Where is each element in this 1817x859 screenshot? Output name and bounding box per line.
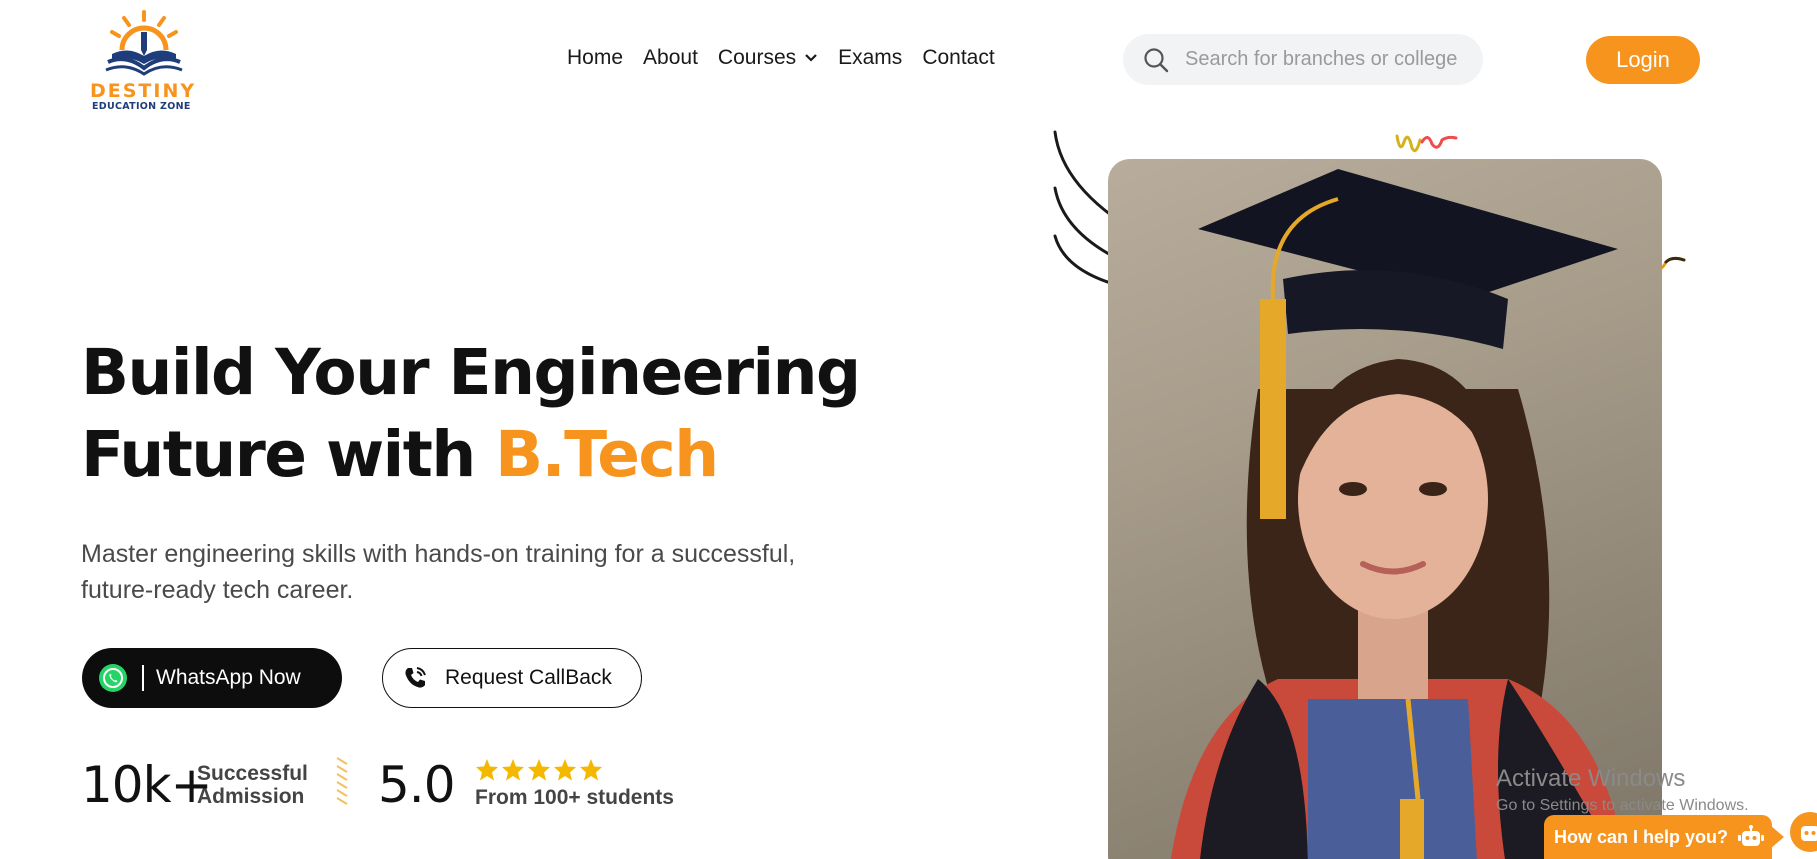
- logo-emblem-icon: [105, 10, 183, 76]
- graduate-photo: [1108, 159, 1662, 859]
- whatsapp-icon: [99, 664, 127, 692]
- nav-item-courses[interactable]: Courses: [718, 46, 818, 70]
- hero-description-line2: future-ready tech career.: [81, 576, 354, 604]
- rating-stars: [475, 758, 603, 782]
- hero-description-line1: Master engineering skills with hands-on …: [81, 540, 796, 568]
- hero-title-line1: Build Your Engineering: [81, 336, 861, 409]
- hero-title-accent: B.Tech: [495, 418, 719, 491]
- search-icon[interactable]: [1143, 47, 1169, 73]
- whatsapp-button[interactable]: WhatsApp Now: [82, 648, 342, 708]
- watermark-title: Activate Windows: [1496, 765, 1686, 792]
- chevron-down-icon: [805, 54, 817, 62]
- search-input[interactable]: [1185, 48, 1475, 71]
- hero-title: Build Your Engineering Future with B.Tec…: [81, 332, 861, 496]
- watermark-subtitle: Go to Settings to activate Windows.: [1496, 797, 1749, 814]
- star-icon: [502, 759, 524, 781]
- star-icon: [580, 759, 602, 781]
- button-separator: [142, 665, 144, 691]
- nav-item-exams[interactable]: Exams: [838, 46, 902, 70]
- nav-item-label: Courses: [717, 46, 797, 69]
- whatsapp-button-label: WhatsApp Now: [156, 666, 301, 689]
- nav-item-about[interactable]: About: [643, 46, 698, 70]
- chat-help-pointer: [1770, 825, 1784, 849]
- chat-help-label: How can I help you?: [1554, 826, 1729, 847]
- nav-item-label: Home: [567, 46, 624, 69]
- phone-icon: [405, 667, 426, 688]
- graduate-image: [1170, 169, 1626, 859]
- nav-item-label: Contact: [922, 46, 995, 69]
- star-icon: [528, 759, 550, 781]
- admissions-label: Successful Admission: [197, 762, 308, 808]
- decorative-squiggle: [1395, 134, 1458, 153]
- admissions-label-line1: Successful: [197, 762, 308, 785]
- nav-item-label: About: [643, 46, 698, 69]
- stats-divider: [336, 757, 348, 805]
- nav-item-contact[interactable]: Contact: [922, 46, 994, 70]
- main-nav: Home About Courses Exams Contact: [567, 46, 1015, 70]
- brand-tagline: EDUCATION ZONE: [92, 101, 191, 112]
- hero-description: Master engineering skills with hands-on …: [81, 536, 881, 608]
- chat-help-button[interactable]: How can I help you?: [1544, 815, 1772, 859]
- request-callback-button[interactable]: Request CallBack: [382, 648, 642, 708]
- login-button[interactable]: Login: [1586, 36, 1700, 84]
- brand-name: DESTINY: [90, 80, 197, 102]
- brand-logo[interactable]: DESTINY EDUCATION ZONE: [88, 10, 200, 114]
- admissions-count: 10k+: [81, 756, 212, 814]
- admissions-label-line2: Admission: [197, 785, 305, 808]
- nav-item-label: Exams: [838, 46, 903, 69]
- nav-item-home[interactable]: Home: [567, 46, 623, 70]
- star-icon: [554, 759, 576, 781]
- robot-icon: [1738, 825, 1765, 846]
- robot-icon: [1801, 826, 1817, 841]
- activate-windows-watermark: Activate Windows Go to Settings to activ…: [1496, 765, 1749, 815]
- star-icon: [476, 759, 498, 781]
- rating-value: 5.0: [378, 756, 456, 814]
- chatbot-launcher[interactable]: [1790, 812, 1817, 852]
- request-callback-label: Request CallBack: [445, 666, 612, 689]
- rating-caption: From 100+ students: [475, 786, 674, 809]
- search-bar: [1123, 34, 1483, 85]
- hero-title-line2-prefix: Future with: [81, 418, 496, 491]
